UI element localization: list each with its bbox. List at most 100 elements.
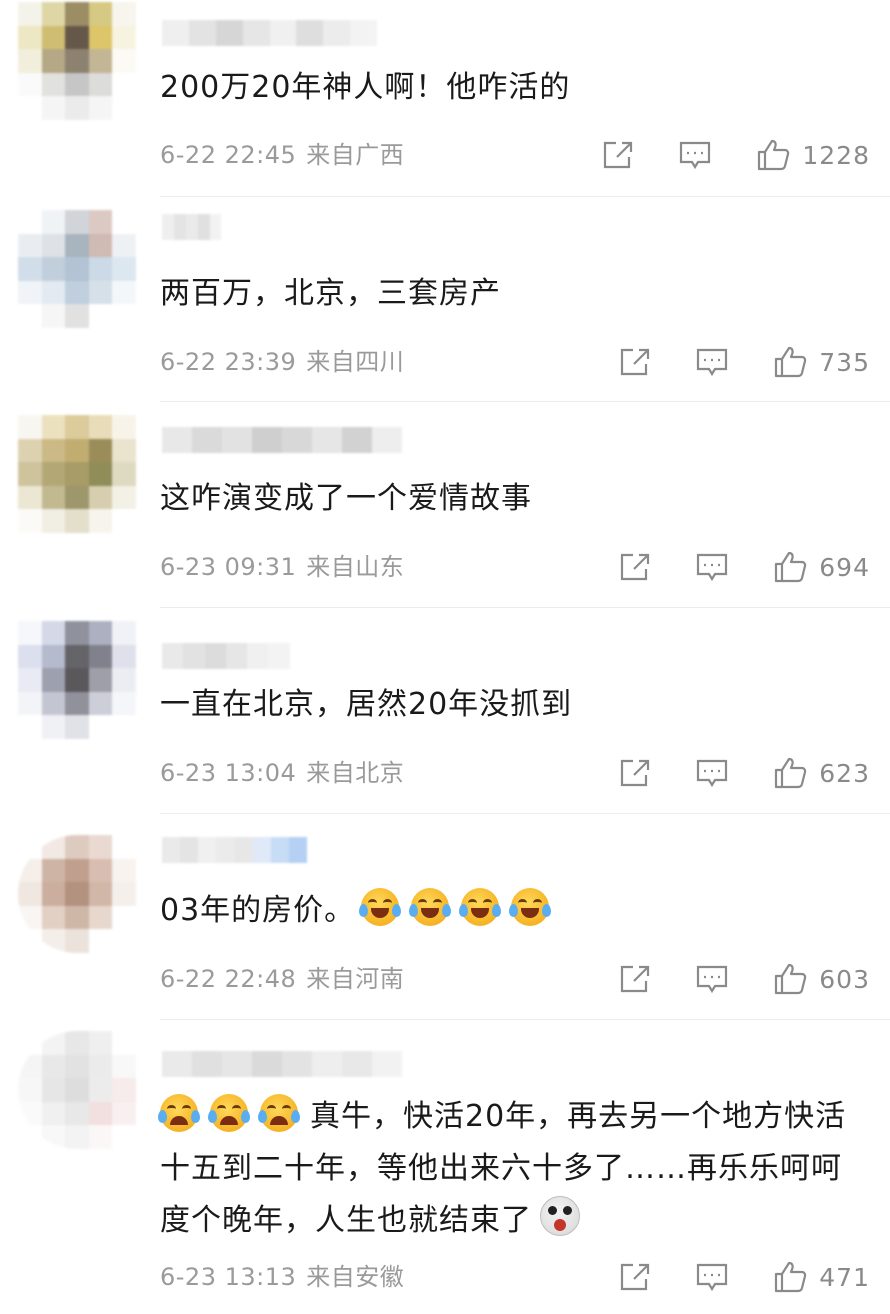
comment-icon[interactable]: [695, 347, 729, 377]
share-icon[interactable]: [619, 347, 651, 377]
comment-text: 03年的房价。: [160, 885, 870, 937]
username[interactable]: [162, 20, 377, 46]
avatar-pixel: [112, 691, 136, 716]
username[interactable]: [162, 643, 332, 669]
username[interactable]: [162, 214, 257, 240]
username-pixel: [312, 427, 342, 453]
avatar[interactable]: [18, 1031, 136, 1149]
avatar-pixel: [112, 49, 136, 73]
avatar-pixel: [65, 2, 89, 26]
username-pixel: [204, 643, 226, 669]
comment-meta: 6-23 13:13 来自安徽: [160, 1257, 404, 1297]
comment-meta: 6-23 09:31 来自山东: [160, 547, 404, 587]
comment-actions: 1228: [602, 135, 870, 175]
comment-location: 来自四川: [306, 348, 405, 376]
username-pixel: [173, 214, 186, 240]
avatar-pixel: [112, 462, 136, 486]
avatar-pixel: [65, 715, 89, 739]
username-pixel: [209, 214, 222, 240]
avatar[interactable]: [18, 835, 136, 953]
comment-icon[interactable]: [695, 964, 729, 994]
username-pixel: [269, 20, 297, 46]
avatar-pixel: [88, 835, 113, 859]
avatar-pixel: [65, 210, 89, 234]
like-icon[interactable]: [773, 962, 809, 996]
username-pixel: [162, 643, 184, 669]
like-icon[interactable]: [773, 756, 809, 790]
username-pixel: [247, 643, 269, 669]
avatar-pixel: [65, 485, 89, 510]
avatar-pixel: [65, 509, 89, 533]
avatar-pixel: [41, 2, 66, 26]
share-icon[interactable]: [619, 552, 651, 582]
comment-text: 两百万，北京，三套房产: [160, 276, 501, 311]
avatar-pixel: [41, 233, 66, 258]
avatar-pixel: [112, 668, 136, 692]
like-icon[interactable]: [773, 1260, 809, 1294]
avatar-pixel: [41, 1031, 66, 1055]
avatar-pixel: [41, 96, 66, 120]
username-pixel: [215, 20, 243, 46]
avatar-pixel: [112, 1031, 136, 1055]
avatar-pixel: [18, 233, 42, 258]
comment-date: 6-22 22:45: [160, 141, 297, 169]
avatar-pixel: [88, 257, 113, 281]
avatar[interactable]: [18, 415, 136, 533]
avatar-pixel: [65, 257, 89, 281]
avatar[interactable]: [18, 621, 136, 739]
avatar-pixel: [41, 691, 66, 716]
avatar[interactable]: [18, 210, 136, 328]
username-pixel: [225, 643, 247, 669]
username[interactable]: [162, 1051, 402, 1077]
avatar-pixel: [88, 644, 113, 669]
avatar-pixel: [41, 462, 66, 486]
comment-date: 6-23 13:04: [160, 759, 297, 787]
share-icon[interactable]: [602, 140, 634, 170]
username[interactable]: [162, 837, 307, 863]
username-pixel: [233, 214, 246, 240]
avatar-pixel: [88, 509, 113, 533]
comment-icon[interactable]: [695, 758, 729, 788]
like-icon[interactable]: [756, 138, 792, 172]
divider: [160, 401, 890, 402]
avatar-pixel: [112, 1125, 136, 1149]
avatar-pixel: [41, 1101, 66, 1126]
comment-text: 真牛，快活20年，再去另一个地方快活十五到二十年，等他出来六十多了……再乐乐呵呵…: [158, 1091, 870, 1247]
avatar-pixel: [65, 644, 89, 669]
comment-location: 来自山东: [306, 553, 405, 581]
username[interactable]: [162, 427, 402, 453]
username-pixel: [268, 643, 290, 669]
username-pixel: [242, 20, 270, 46]
like-icon[interactable]: [773, 550, 809, 584]
avatar-pixel: [88, 715, 113, 739]
avatar-pixel: [18, 210, 42, 234]
avatar-pixel: [18, 2, 42, 26]
avatar-pixel: [65, 1101, 89, 1126]
comment-location: 来自河南: [306, 965, 405, 993]
avatar-pixel: [65, 1031, 89, 1055]
avatar-pixel: [65, 858, 89, 883]
comment-location: 来自北京: [306, 759, 405, 787]
avatar-pixel: [41, 438, 66, 463]
comment-icon[interactable]: [695, 552, 729, 582]
avatar-pixel: [112, 485, 136, 510]
avatar-pixel: [41, 257, 66, 281]
avatar-pixel: [112, 233, 136, 258]
share-icon[interactable]: [619, 758, 651, 788]
like-icon[interactable]: [773, 345, 809, 379]
share-icon[interactable]: [619, 964, 651, 994]
avatar[interactable]: [18, 2, 136, 120]
avatar-pixel: [41, 1078, 66, 1102]
username-pixel: [323, 20, 351, 46]
avatar-pixel: [88, 233, 113, 258]
avatar-pixel: [18, 1078, 42, 1102]
comment-icon[interactable]: [678, 140, 712, 170]
avatar-pixel: [18, 49, 42, 73]
avatar-pixel: [112, 72, 136, 97]
avatar-pixel: [88, 1101, 113, 1126]
username-pixel: [188, 20, 216, 46]
comment-icon[interactable]: [695, 1262, 729, 1292]
divider: [160, 196, 890, 197]
share-icon[interactable]: [619, 1262, 651, 1292]
username-pixel: [372, 427, 402, 453]
